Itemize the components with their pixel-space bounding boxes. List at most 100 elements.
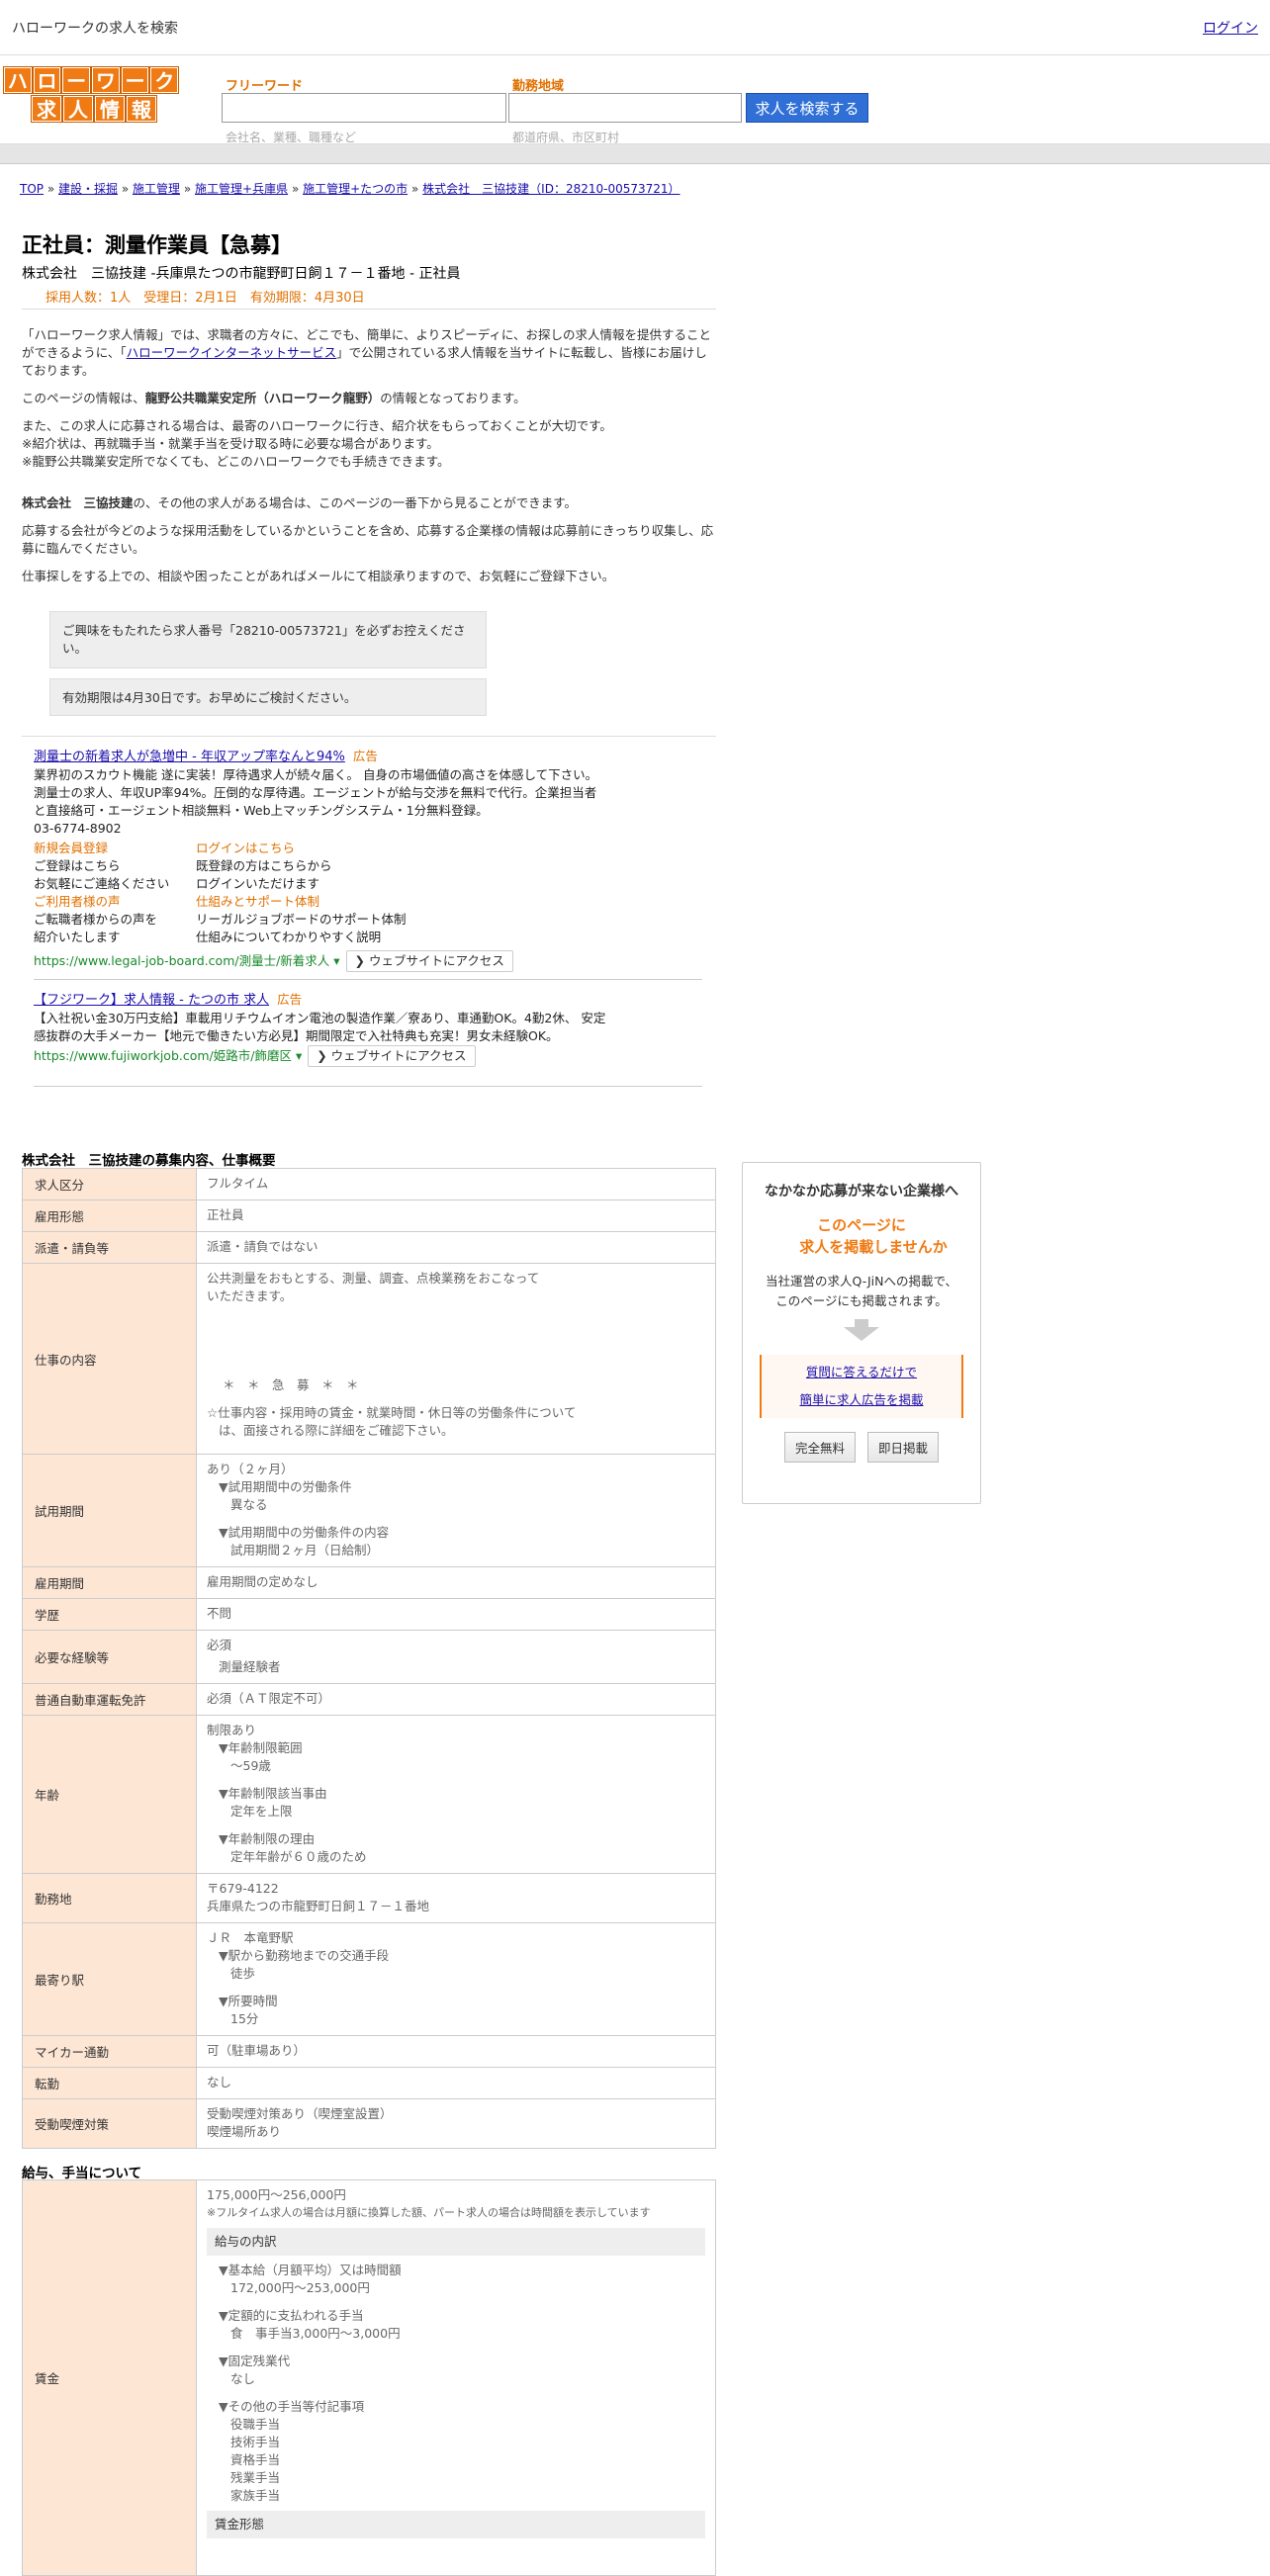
sitelink-title[interactable]: 新規会員登録 <box>34 840 196 857</box>
post-job-ad-link[interactable]: 簡単に求人広告を掲載 <box>799 1392 923 1407</box>
breadcrumb-sep: » <box>46 182 55 196</box>
ad-url[interactable]: https://www.fujiworkjob.com/姫路市/飾磨区 ▾ <box>34 1048 302 1063</box>
company-line: 株式会社 三協技建 -兵庫県たつの市龍野町日飼１７－１番地 - 正社員 <box>22 266 461 282</box>
sitelink[interactable]: ご利用者様の声 ご転職者様からの声を 紹介いたします <box>34 893 196 946</box>
sitelink[interactable]: 新規会員登録 ご登録はこちらお気軽にご連絡ください <box>34 840 196 893</box>
sitelink[interactable]: 仕組みとサポート体制 リーガルジョブボードのサポート体制 仕組みについてわかりやすく… <box>196 893 493 946</box>
table-row: 派遣・請負等 派遣・請負ではない <box>22 1231 716 1264</box>
table-row: マイカー通勤 可（駐車場あり） <box>22 2035 716 2068</box>
ad-tag: 広告 <box>277 992 303 1007</box>
same-day-button[interactable]: 即日掲載 <box>867 1432 940 1463</box>
intro-paragraph: 応募する会社が今どのような採用活動をしているかということを含め、応募する企業様の… <box>22 523 714 556</box>
table-row: 普通自動車運転免許 必須（ＡＴ限定不可） <box>22 1683 716 1716</box>
table-row: 試用期間 あり（２ヶ月） ▼試用期間中の労働条件 異なる ▼試用期間中の労働条件… <box>22 1454 716 1567</box>
freeword-input[interactable] <box>222 93 506 123</box>
value-line: 異なる <box>230 1497 268 1512</box>
row-header: 賃金 <box>22 2179 197 2576</box>
row-value: 175,000円〜256,000円 ※フルタイム求人の場合は月額に換算した額、パ… <box>196 2179 716 2576</box>
sitelink-line: 既登録の方はこちらから <box>196 858 332 873</box>
sitelink-line: 仕組みについてわかりやすく説明 <box>196 930 382 944</box>
login-link[interactable]: ログイン <box>1203 18 1258 38</box>
row-value: 必須（ＡＴ限定不可） <box>196 1683 716 1716</box>
logo-char: ワ <box>92 67 120 93</box>
hellowork-logo[interactable]: ハ ロ ー ワ ー ク 求 人 情 報 <box>4 67 179 125</box>
ad-title-link[interactable]: 【フジワーク】求人情報 - たつの市 求人 <box>34 993 269 1008</box>
area-input[interactable] <box>508 93 742 123</box>
top-bar: ハローワークの求人を検索 ログイン <box>0 0 1270 55</box>
side-description: 当社運営の求人Q-JiNへの掲載で、 このページにも掲載されます。 <box>743 1272 980 1311</box>
side-catch-line: このページに <box>817 1216 906 1234</box>
breadcrumb-sekou[interactable]: 施工管理 <box>133 182 180 196</box>
value-line: 172,000円〜253,000円 <box>230 2280 370 2295</box>
value-line: ▼所要時間 <box>219 1994 278 2008</box>
logo-char: ー <box>62 67 91 93</box>
breadcrumb-construction[interactable]: 建設・採掘 <box>58 182 118 196</box>
table-row: 雇用期間 雇用期間の定めなし <box>22 1566 716 1599</box>
wage-type-header: 賃金形態 <box>207 2511 705 2538</box>
visit-website-button[interactable]: ❯ ウェブサイトにアクセス <box>345 950 513 972</box>
ad-title-link[interactable]: 測量士の新着求人が急増中 - 年収アップ率なんと94% <box>34 750 345 764</box>
logo-row-2: 求 人 情 報 <box>4 96 178 122</box>
row-header: 年齢 <box>22 1715 197 1874</box>
search-header: ハ ロ ー ワ ー ク 求 人 情 報 フリーワード 会社名、業種、職種など 勤… <box>0 55 1270 144</box>
sitelink-line: お気軽にご連絡ください <box>34 876 170 891</box>
sitelink-title[interactable]: ログインはこちら <box>196 840 493 857</box>
free-button[interactable]: 完全無料 <box>783 1432 856 1463</box>
value-line: いただきます。 <box>207 1288 293 1303</box>
sitelink-line: ご登録はこちら <box>34 858 121 873</box>
row-header: 学歴 <box>22 1598 197 1631</box>
value-line: 受動喫煙対策あり（喫煙室設置） <box>207 2106 393 2121</box>
intro-text-span: ※紹介状は、再就職手当・就業手当を受け取る時に必要な場合があります。 <box>22 436 439 451</box>
breadcrumb-sep: » <box>291 182 300 196</box>
answer-questions-link[interactable]: 質問に答えるだけで <box>806 1365 917 1379</box>
salary-breakdown-header: 給与の内訳 <box>207 2228 705 2256</box>
breadcrumb-company[interactable]: 株式会社 三協技建（ID：28210-00573721） <box>422 182 680 196</box>
breadcrumb-sekou-tatsuno[interactable]: 施工管理+たつの市 <box>303 182 408 196</box>
ad-phone[interactable]: 03-6774-8902 <box>34 820 706 838</box>
row-value: 必須 測量経験者 <box>196 1630 716 1684</box>
breadcrumb-sekou-hyogo[interactable]: 施工管理+兵庫県 <box>195 182 288 196</box>
down-arrow-icon <box>855 1319 868 1327</box>
ad-header: 測量士の新着求人が急増中 - 年収アップ率なんと94% 広告 <box>34 748 706 766</box>
side-desc-line: 当社運営の求人Q-JiNへの掲載で、 <box>766 1274 957 1288</box>
ad-url[interactable]: https://www.legal-job-board.com/測量士/新着求人… <box>34 953 340 968</box>
row-value: 公共測量をおもとする、測量、調査、点検業務をおこなって いただきます。 ＊ ＊ … <box>196 1263 716 1455</box>
logo-char: ロ <box>33 67 61 93</box>
logo-char: ー <box>121 67 149 93</box>
search-button[interactable]: 求人を検索する <box>746 93 868 123</box>
table-row: 勤務地 〒679-4122 兵庫県たつの市龍野町日飼１７－１番地 <box>22 1873 716 1923</box>
value-line: ▼試用期間中の労働条件の内容 <box>219 1525 390 1540</box>
row-value: 〒679-4122 兵庫県たつの市龍野町日飼１７－１番地 <box>196 1873 716 1923</box>
logo-char: 求 <box>32 96 61 122</box>
value-line: 制限あり <box>207 1723 257 1737</box>
value-line: ▼年齢制限の理由 <box>219 1831 316 1846</box>
divider <box>34 979 702 980</box>
ad-block-2: 【フジワーク】求人情報 - たつの市 求人 広告 【入社祝い金30万円支給】車載用… <box>34 991 706 1067</box>
sitelink-title[interactable]: ご利用者様の声 <box>34 893 196 911</box>
value-line: ▼年齢制限該当事由 <box>219 1786 327 1801</box>
sitelink-line: 紹介いたします <box>34 930 121 944</box>
row-value: 制限あり ▼年齢制限範囲 〜59歳 ▼年齢制限該当事由 定年を上限 ▼年齢制限の… <box>196 1715 716 1874</box>
value-line: は、面接される際に詳細をご確認下さい。 <box>219 1423 454 1438</box>
sitelink-title[interactable]: 仕組みとサポート体制 <box>196 893 493 911</box>
value-line: ▼試用期間中の労働条件 <box>219 1479 352 1494</box>
intro-text-span: また、この求人に応募される場合は、最寄のハローワークに行き、紹介状をもらっておく… <box>22 418 612 433</box>
visit-website-button[interactable]: ❯ ウェブサイトにアクセス <box>308 1045 476 1067</box>
row-header: マイカー通勤 <box>22 2035 197 2068</box>
hellowork-internet-link[interactable]: ハローワークインターネットサービス <box>127 345 337 360</box>
intro-paragraph: 株式会社 三協技建の、その他の求人がある場合は、このページの一番下から見ることが… <box>22 494 714 512</box>
job-title: 正社員：測量作業員【急募】 <box>22 233 292 257</box>
freeword-hint: 会社名、業種、職種など <box>226 131 357 144</box>
breadcrumb-top[interactable]: TOP <box>20 182 44 196</box>
row-header: 派遣・請負等 <box>22 1231 197 1264</box>
logo-char: ハ <box>4 67 32 93</box>
sitelink[interactable]: ログインはこちら 既登録の方はこちらから ログインいただけます <box>196 840 493 893</box>
intro-text-span: の情報となっております。 <box>380 391 526 405</box>
value-line: 試用期間２ヶ月（日給制） <box>230 1543 380 1557</box>
divider <box>22 736 716 737</box>
logo-char: 報 <box>127 96 156 122</box>
